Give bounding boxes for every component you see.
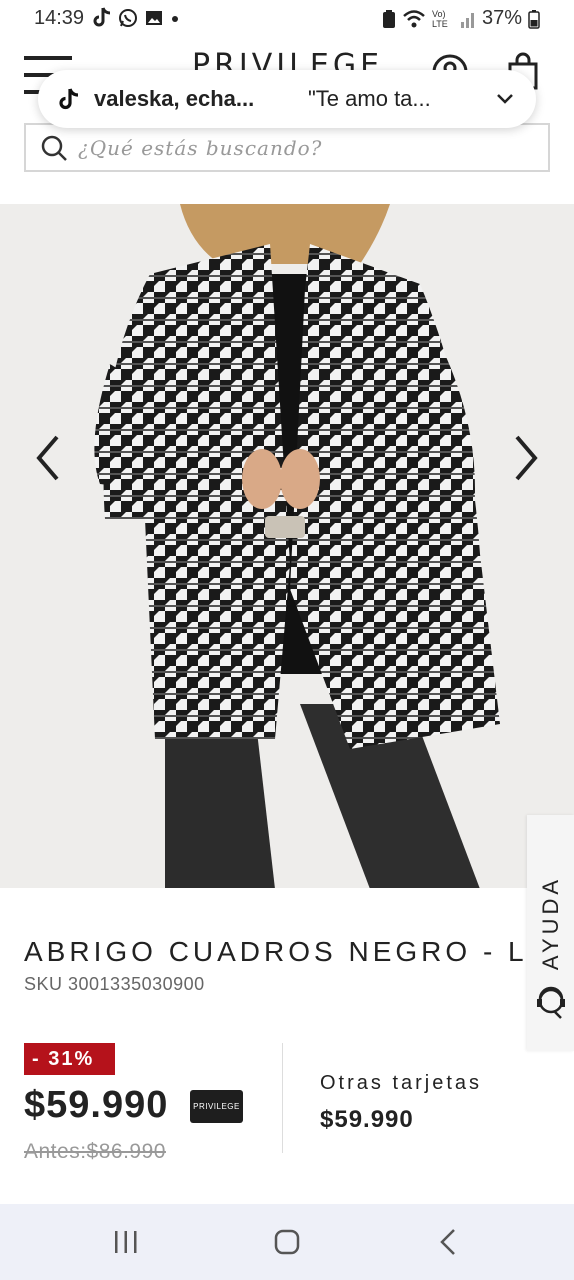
next-image-button[interactable]: [506, 430, 546, 486]
battery-saver-icon: [382, 9, 395, 28]
home-button[interactable]: [267, 1224, 307, 1260]
whatsapp-status-icon: [119, 9, 137, 27]
help-tab[interactable]: AYUDA: [527, 815, 574, 1051]
network-label: Vo) LTE: [431, 8, 448, 29]
search-icon[interactable]: [40, 134, 68, 162]
other-cards-price: $59.990: [320, 1106, 414, 1133]
home-icon: [274, 1229, 300, 1255]
help-label-wrap: AYUDA: [531, 863, 571, 983]
product-image: [0, 204, 574, 888]
gallery-status-icon: [146, 11, 162, 25]
product-price: $59.990: [24, 1084, 169, 1126]
product-sku: SKU 3001335030900: [24, 974, 205, 994]
chevron-down-icon[interactable]: [490, 84, 520, 114]
signal-icon: [460, 12, 474, 28]
status-right: Vo) LTE 37%: [382, 7, 540, 30]
back-button[interactable]: [428, 1224, 468, 1260]
previous-image-button[interactable]: [28, 430, 68, 486]
chevron-right-icon: [515, 435, 538, 481]
search-bar[interactable]: [24, 123, 550, 172]
product-title: ABRIGO CUADROS NEGRO - L: [24, 936, 528, 967]
privilege-card-icon: PRIVILEGE: [190, 1090, 243, 1123]
status-time: 14:39: [34, 7, 85, 29]
chevron-left-icon: [36, 435, 59, 481]
tiktok-status-icon: [93, 7, 111, 27]
recent-apps-button[interactable]: [106, 1224, 146, 1260]
discount-badge: - 31%: [24, 1043, 115, 1075]
back-icon: [440, 1229, 455, 1255]
system-navigation-bar: [0, 1204, 574, 1280]
search-input[interactable]: [78, 135, 538, 160]
wifi-icon: [403, 9, 425, 27]
privilege-card-label: PRIVILEGE: [193, 1102, 240, 1111]
recent-apps-icon: [115, 1231, 137, 1253]
status-bar: 14:39 Vo) LTE 37%: [0, 0, 574, 38]
notification-message: "Te amo ta...: [308, 86, 431, 111]
tiktok-notification[interactable]: valeska, echa... "Te amo ta...: [38, 70, 536, 128]
battery-percent: 37%: [481, 7, 522, 29]
dot-status-icon: [172, 16, 178, 22]
chat-support-icon: [537, 986, 565, 1019]
notification-title: valeska, echa...: [94, 86, 255, 111]
battery-icon: [528, 9, 540, 29]
other-cards-label: Otras tarjetas: [320, 1072, 483, 1094]
status-notification-icons: [92, 7, 180, 29]
price-divider: [282, 1043, 283, 1153]
help-label: AYUDA: [538, 875, 564, 971]
tiktok-icon: [56, 86, 82, 112]
price-before: Antes:$86.990: [24, 1140, 166, 1163]
product-image-gallery[interactable]: [0, 204, 574, 888]
